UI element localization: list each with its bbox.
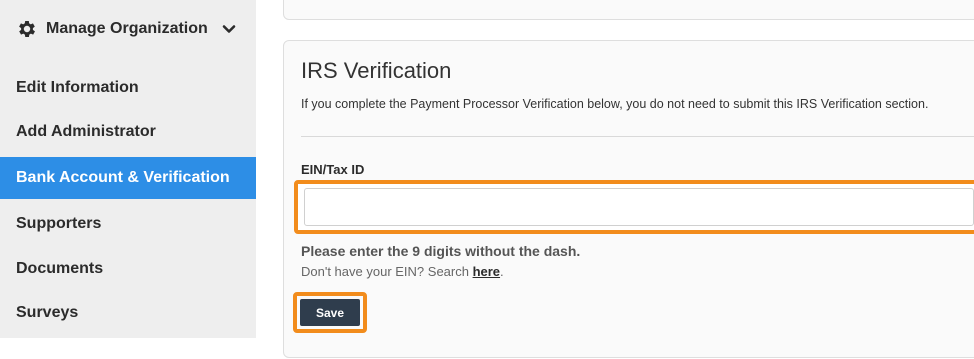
save-button-highlight: Save [293,292,367,333]
sidebar: Manage Organization Edit Information Add… [0,0,256,359]
chevron-down-icon [222,25,236,33]
sidebar-item-bank-account-verification[interactable]: Bank Account & Verification [0,157,256,199]
section-divider [301,136,974,137]
sidebar-item-add-administrator[interactable]: Add Administrator [0,111,256,153]
ein-field[interactable] [304,188,974,226]
gear-icon [19,21,35,37]
sidebar-item-label: Surveys [16,304,79,321]
manage-organization-toggle[interactable]: Manage Organization [16,14,236,44]
sidebar-item-label: Documents [16,260,104,277]
section-description: If you complete the Payment Processor Ve… [301,97,929,111]
sidebar-item-documents[interactable]: Documents [0,248,256,290]
ein-help-prefix: Don't have your EIN? Search [301,264,473,279]
sidebar-item-label: Supporters [16,215,102,232]
ein-help-text: Don't have your EIN? Search here. [301,264,504,279]
previous-section-card [283,0,974,20]
sidebar-item-supporters[interactable]: Supporters [0,203,256,245]
sidebar-item-label: Bank Account & Verification [16,169,230,186]
sidebar-item-surveys[interactable]: Surveys [0,292,256,334]
sidebar-item-edit-information[interactable]: Edit Information [0,67,256,109]
ein-field-label: EIN/Tax ID [301,162,365,177]
ein-search-link[interactable]: here [473,264,500,279]
section-title: IRS Verification [301,58,452,83]
sidebar-item-label: Add Administrator [16,123,156,140]
ein-field-highlight [294,180,974,234]
ein-help-suffix: . [500,264,504,279]
save-button[interactable]: Save [300,299,360,326]
sidebar-item-label: Edit Information [16,79,139,96]
ein-hint: Please enter the 9 digits without the da… [301,243,581,259]
manage-organization-label: Manage Organization [46,20,208,37]
